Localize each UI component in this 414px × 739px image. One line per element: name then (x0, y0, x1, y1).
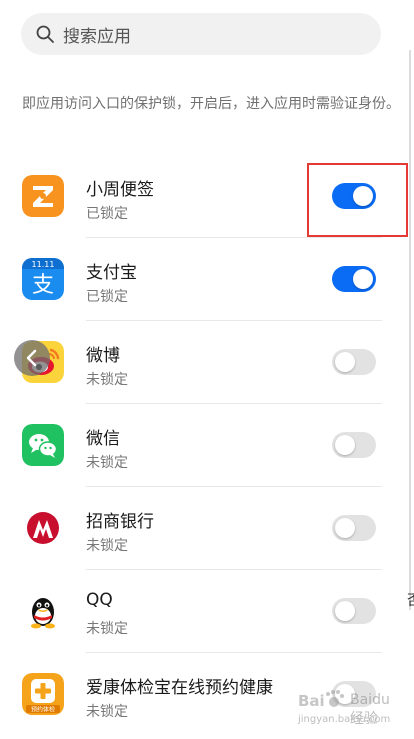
app-lock-status: 已锁定 (86, 206, 128, 222)
xiaozhou-notes-icon (22, 175, 64, 217)
baidu-paw-icon: Bai (298, 690, 344, 710)
lock-toggle-wechat[interactable] (332, 432, 376, 458)
alipay-banner-text: 11.11 (32, 260, 55, 269)
lock-toggle-weibo[interactable] (332, 349, 376, 375)
watermark-url: jingyan.baidu.com (298, 714, 391, 725)
app-lock-description: 即应用访问入口的保护锁，开启后，进入应用时需验证身份。 (22, 96, 400, 112)
app-row-wechat[interactable]: 微信 未锁定 (0, 404, 414, 487)
app-name: 微博 (86, 346, 120, 366)
app-row-cmb[interactable]: 招商银行 未锁定 (0, 487, 414, 570)
qq-icon (22, 590, 64, 632)
app-lock-status: 未锁定 (86, 538, 128, 554)
search-placeholder[interactable]: 搜索应用 (63, 22, 131, 47)
app-name: 微信 (86, 429, 120, 449)
toggle-knob (335, 601, 355, 621)
svg-text:Bai: Bai (298, 692, 325, 710)
alipay-icon: 11.11 支 (22, 258, 64, 300)
app-name: 小周便签 (86, 180, 154, 200)
app-name: 爱康体检宝在线预约健康 (86, 678, 273, 698)
edge-text-fragment: 否 (407, 590, 414, 610)
baidu-watermark: Bai Baidu 经验 jingyan.baidu.com (298, 688, 408, 732)
app-name: QQ (86, 590, 113, 610)
search-bar[interactable]: 搜索应用 (21, 13, 381, 55)
toggle-knob (335, 352, 355, 372)
cmb-icon (22, 507, 64, 549)
search-icon (35, 24, 55, 44)
app-name: 支付宝 (86, 263, 137, 283)
scrollbar[interactable] (409, 50, 411, 610)
ikang-icon: 预约体检 (22, 673, 64, 715)
lock-toggle-alipay[interactable] (332, 266, 376, 292)
svg-text:支: 支 (32, 273, 54, 298)
wechat-icon (22, 424, 64, 466)
app-lock-screen: 搜索应用 即应用访问入口的保护锁，开启后，进入应用时需验证身份。 小周便签 已锁… (0, 0, 414, 739)
floating-assist-button[interactable] (14, 340, 50, 376)
app-lock-status: 未锁定 (86, 704, 128, 720)
app-lock-status: 未锁定 (86, 455, 128, 471)
app-row-weibo[interactable]: 微博 未锁定 (0, 321, 414, 404)
highlight-annotation (307, 163, 408, 237)
app-row-qq[interactable]: QQ 未锁定 (0, 570, 414, 653)
app-row-alipay[interactable]: 11.11 支 支付宝 已锁定 (0, 238, 414, 321)
app-lock-status: 未锁定 (86, 621, 128, 637)
ikang-banner-text: 预约体检 (31, 706, 55, 714)
app-name: 招商银行 (86, 512, 154, 532)
app-lock-status: 未锁定 (86, 372, 128, 388)
lock-toggle-cmb[interactable] (332, 515, 376, 541)
app-lock-status: 已锁定 (86, 289, 128, 305)
lock-toggle-qq[interactable] (332, 598, 376, 624)
toggle-knob (335, 435, 355, 455)
toggle-knob (353, 269, 373, 289)
toggle-knob (335, 518, 355, 538)
app-list: 小周便签 已锁定 11.11 支 支付宝 已锁定 微博 未锁定 微信 未锁定 招… (0, 155, 414, 736)
